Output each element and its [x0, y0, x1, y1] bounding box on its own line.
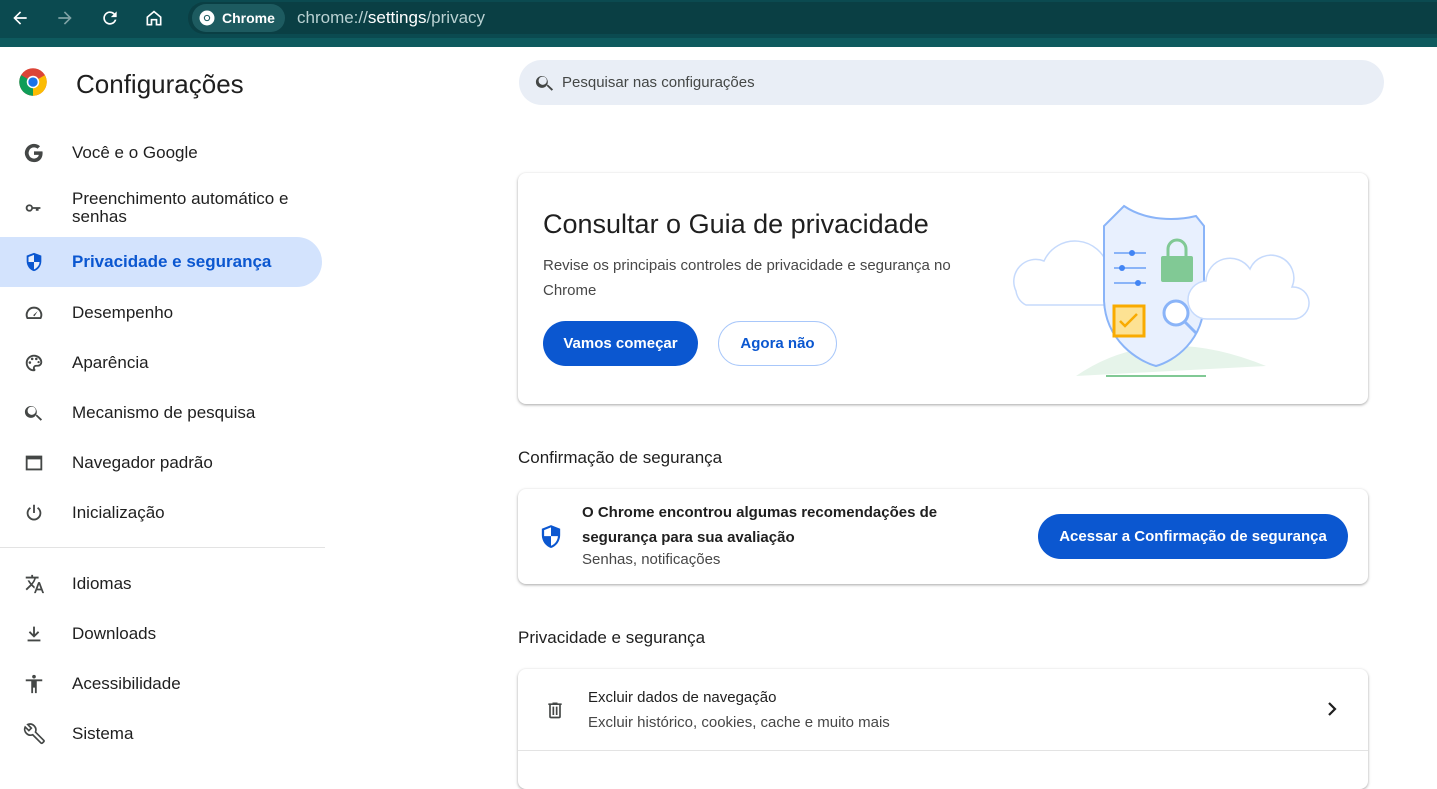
- sidebar-item-languages[interactable]: Idiomas: [0, 559, 322, 609]
- safety-check-button[interactable]: Acessar a Confirmação de segurança: [1038, 514, 1348, 559]
- sidebar-item-label: Preenchimento automático e senhas: [72, 189, 289, 226]
- privacy-security-heading: Privacidade e segurança: [518, 628, 706, 647]
- sidebar-item-label: Desempenho: [72, 303, 174, 322]
- toolbar-strip: [0, 38, 1437, 47]
- shield-icon: [541, 525, 561, 548]
- home-icon: [146, 10, 162, 26]
- sidebar-item-label: Acessibilidade: [72, 674, 181, 693]
- sidebar-item-google[interactable]: Você e o Google: [0, 128, 322, 178]
- sidebar-item-label: Inicialização: [72, 503, 165, 522]
- safety-check-message: O Chrome encontrou algumas recomendações…: [582, 504, 938, 546]
- sidebar-item-label: Sistema: [72, 724, 134, 743]
- not-now-button[interactable]: Agora não: [718, 321, 837, 366]
- back-arrow-icon: [13, 11, 27, 25]
- key-icon: [22, 196, 46, 220]
- accessibility-icon: [22, 672, 46, 696]
- settings-search[interactable]: [519, 60, 1384, 105]
- power-icon: [22, 501, 46, 525]
- sidebar-item-label: Privacidade e segurança: [72, 252, 272, 271]
- privacy-guide-description: Revise os principais controles de privac…: [543, 257, 951, 299]
- chrome-logo-icon: [19, 68, 47, 96]
- sidebar-item-system[interactable]: Sistema: [0, 709, 322, 759]
- search-input[interactable]: [562, 60, 1362, 105]
- sidebar-item-default-browser[interactable]: Navegador padrão: [0, 438, 322, 488]
- url-path: /privacy: [426, 8, 486, 27]
- sidebar-item-accessibility[interactable]: Acessibilidade: [0, 659, 322, 709]
- safety-check-heading: Confirmação de segurança: [518, 448, 723, 467]
- download-icon: [22, 622, 46, 646]
- sidebar-item-performance[interactable]: Desempenho: [0, 288, 322, 338]
- clear-browsing-data-subtitle: Excluir histórico, cookies, cache e muit…: [588, 714, 890, 731]
- sidebar-item-label: Idiomas: [72, 574, 132, 593]
- chrome-logo-icon: [199, 10, 215, 26]
- privacy-guide-card: Consultar o Guia de privacidade Revise o…: [518, 173, 1368, 404]
- sidebar-item-appearance[interactable]: Aparência: [0, 338, 322, 388]
- privacy-security-card: Excluir dados de navegação Excluir histó…: [518, 669, 1368, 789]
- sidebar-item-startup[interactable]: Inicialização: [0, 488, 322, 538]
- forward-arrow-icon: [58, 11, 72, 25]
- privacy-guide-title: Consultar o Guia de privacidade: [543, 209, 929, 239]
- search-icon: [22, 401, 46, 425]
- chevron-right-icon: [1328, 702, 1337, 716]
- url-scheme: chrome://: [297, 8, 368, 27]
- url-host: settings: [367, 8, 427, 27]
- safety-check-card: O Chrome encontrou algumas recomendações…: [518, 489, 1368, 584]
- sidebar-divider: [0, 547, 325, 548]
- sidebar-item-downloads[interactable]: Downloads: [0, 609, 322, 659]
- site-chip-label: Chrome: [222, 10, 275, 26]
- sidebar-item-search-engine[interactable]: Mecanismo de pesquisa: [0, 388, 322, 438]
- sidebar-item-label: Aparência: [72, 353, 149, 372]
- palette-icon: [22, 351, 46, 375]
- settings-sidebar: Configurações Você e o Google Preenchime…: [0, 47, 330, 768]
- sidebar-item-label: Mecanismo de pesquisa: [72, 403, 256, 422]
- site-chip[interactable]: Chrome: [192, 4, 285, 32]
- wrench-icon: [22, 722, 46, 746]
- search-icon: [535, 75, 554, 91]
- clear-browsing-data-title: Excluir dados de navegação: [588, 689, 777, 706]
- reload-icon: [103, 11, 117, 25]
- shield-icon: [22, 250, 46, 274]
- reload-button[interactable]: [96, 5, 124, 31]
- back-button[interactable]: [6, 5, 34, 31]
- clear-browsing-data-row[interactable]: Excluir dados de navegação Excluir histó…: [518, 669, 1368, 751]
- google-g-icon: [22, 141, 46, 165]
- sidebar-item-label: Navegador padrão: [72, 453, 213, 472]
- translate-icon: [22, 572, 46, 596]
- home-button[interactable]: [140, 5, 168, 31]
- trash-icon: [548, 702, 562, 719]
- sidebar-item-label: Você e o Google: [72, 143, 198, 162]
- start-guide-button[interactable]: Vamos começar: [543, 321, 698, 366]
- browser-window-icon: [22, 451, 46, 475]
- url-text[interactable]: chrome://settings/privacy: [297, 8, 485, 28]
- settings-title: Configurações: [76, 69, 244, 99]
- sidebar-item-label: Downloads: [72, 624, 157, 643]
- privacy-guide-illustration: [1013, 204, 1310, 377]
- forward-button[interactable]: [51, 5, 79, 31]
- safety-check-detail: Senhas, notificações: [582, 551, 721, 568]
- sidebar-item-privacy[interactable]: Privacidade e segurança: [0, 237, 322, 287]
- speedometer-icon: [22, 301, 46, 325]
- sidebar-item-autofill[interactable]: Preenchimento automático e senhas: [0, 183, 322, 233]
